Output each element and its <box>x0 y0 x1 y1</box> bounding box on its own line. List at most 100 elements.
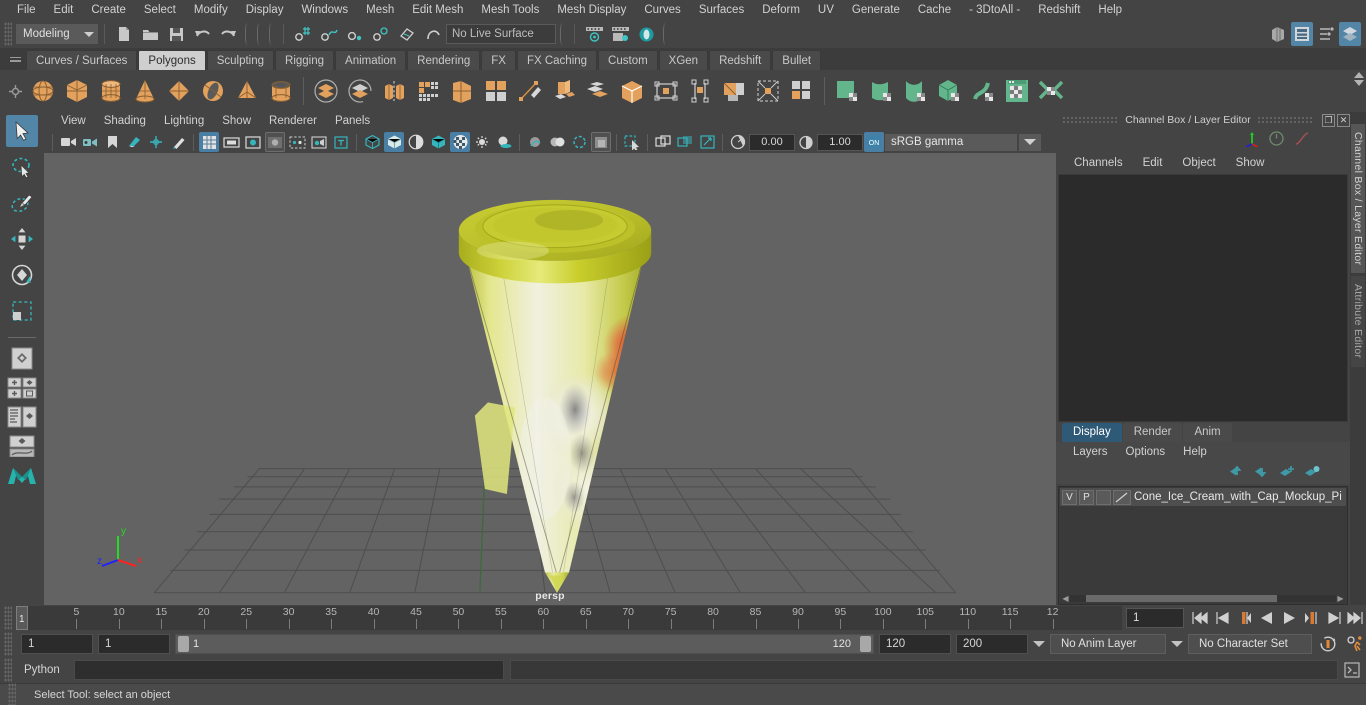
textured-shading-icon[interactable] <box>450 132 470 152</box>
layer-color-swatch[interactable] <box>1113 489 1131 505</box>
viewport-menu-panels[interactable]: Panels <box>326 112 379 131</box>
uv-planar-icon[interactable] <box>830 74 864 108</box>
smooth-icon[interactable] <box>411 74 445 108</box>
combine-icon[interactable] <box>377 74 411 108</box>
show-hide-modeling-toolkit-icon[interactable] <box>1267 22 1289 46</box>
gamma-value-field[interactable]: 1.00 <box>817 133 863 151</box>
exposure-toggle-icon[interactable] <box>287 132 307 152</box>
four-view-layout-icon[interactable] <box>5 375 39 401</box>
undo-icon[interactable] <box>190 22 214 46</box>
color-management-toggle-icon[interactable]: ON <box>864 132 884 152</box>
menu-redshift[interactable]: Redshift <box>1029 0 1089 20</box>
menu-edit[interactable]: Edit <box>45 0 83 20</box>
camera-attributes-icon[interactable] <box>80 132 100 152</box>
show-hide-tool-settings-icon[interactable] <box>1315 22 1337 46</box>
channel-box-list[interactable] <box>1058 174 1348 422</box>
tab-render-layers[interactable]: Render <box>1122 423 1183 442</box>
poly-sphere-icon[interactable] <box>26 74 60 108</box>
poly-plane-icon[interactable] <box>162 74 196 108</box>
time-slider[interactable]: 1 5 10 15 20 25 30 35 40 45 50 55 60 65 70 75 80 85 90 95 1… <box>16 606 1122 630</box>
animation-preferences-icon[interactable] <box>1344 633 1366 655</box>
shelf-menu-icon[interactable] <box>4 48 26 70</box>
layer-list-horizontal-scrollbar[interactable]: ◀ ▶ <box>1061 594 1345 603</box>
shelf-options-icon[interactable] <box>4 70 26 112</box>
two-d-pan-zoom-icon[interactable] <box>146 132 166 152</box>
new-layer-from-selection-icon[interactable] <box>1304 465 1320 481</box>
poly-cylinder-icon[interactable] <box>94 74 128 108</box>
command-output-field[interactable] <box>510 660 1338 680</box>
layer-menu-options[interactable]: Options <box>1117 446 1175 458</box>
viewport-menu-shading[interactable]: Shading <box>95 112 155 131</box>
command-line-grip[interactable] <box>4 658 12 682</box>
redo-icon[interactable] <box>216 22 240 46</box>
menu-surfaces[interactable]: Surfaces <box>690 0 753 20</box>
current-frame-field[interactable]: 1 <box>1126 608 1184 628</box>
shelf-tab-redshift[interactable]: Redshift <box>709 50 772 70</box>
time-slider-grip[interactable] <box>4 606 12 630</box>
shelf-tab-rigging[interactable]: Rigging <box>275 50 335 70</box>
range-slider-grip[interactable] <box>4 632 12 656</box>
toggle-grid-icon[interactable] <box>199 132 219 152</box>
tab-display-layers[interactable]: Display <box>1062 423 1122 442</box>
uv-spherical-icon[interactable] <box>898 74 932 108</box>
menu-file[interactable]: File <box>8 0 45 20</box>
image-plane-icon[interactable] <box>124 132 144 152</box>
snap-to-view-plane-icon[interactable] <box>395 22 419 46</box>
exposure-value-field[interactable]: 0.00 <box>749 133 795 151</box>
scrollbar-thumb[interactable] <box>1085 595 1278 602</box>
range-right-handle[interactable] <box>860 636 871 652</box>
script-editor-icon[interactable] <box>1342 660 1362 680</box>
shelf-scroll-up-icon[interactable] <box>1354 72 1364 78</box>
menu-modify[interactable]: Modify <box>185 0 237 20</box>
depth-of-field-icon[interactable] <box>591 132 611 152</box>
move-layer-down-icon[interactable] <box>1254 465 1270 481</box>
isolate-select-icon[interactable] <box>622 132 642 152</box>
status-line-grip[interactable] <box>4 22 12 46</box>
render-settings-icon[interactable] <box>634 22 658 46</box>
mirror-icon[interactable] <box>649 74 683 108</box>
x-ray-joints-icon[interactable] <box>653 132 673 152</box>
channel-menu-show[interactable]: Show <box>1226 157 1275 169</box>
undock-panel-icon[interactable]: ❐ <box>1322 113 1335 127</box>
boolean-difference-icon[interactable] <box>343 74 377 108</box>
step-forward-key-icon[interactable] <box>1300 607 1322 629</box>
render-sequence-icon[interactable] <box>608 22 632 46</box>
toggle-resolution-gate-icon[interactable] <box>243 132 263 152</box>
snap-to-curve-icon[interactable] <box>317 22 341 46</box>
shelf-tab-bullet[interactable]: Bullet <box>772 50 822 70</box>
toggle-gate-mask-icon[interactable] <box>265 132 285 152</box>
select-camera-icon[interactable] <box>58 132 78 152</box>
scale-tool-icon[interactable] <box>6 295 38 327</box>
new-scene-icon[interactable] <box>112 22 136 46</box>
poly-pipe-icon[interactable] <box>264 74 298 108</box>
shelf-tab-polygons[interactable]: Polygons <box>138 50 206 70</box>
range-slider[interactable]: 1 120 <box>175 634 874 654</box>
show-hide-attribute-editor-icon[interactable] <box>1291 22 1313 46</box>
select-tool-icon[interactable] <box>6 115 38 147</box>
paint-select-tool-icon[interactable] <box>6 187 38 219</box>
shelf-tab-custom[interactable]: Custom <box>598 50 658 70</box>
range-left-handle[interactable] <box>178 636 189 652</box>
go-to-end-icon[interactable] <box>1344 607 1366 629</box>
gamma-icon[interactable] <box>796 132 816 152</box>
menu-set-selector[interactable]: Modeling <box>16 24 98 44</box>
scroll-right-icon[interactable]: ▶ <box>1336 594 1345 603</box>
color-space-field[interactable]: sRGB gamma <box>885 133 1017 151</box>
maya-logo-icon[interactable] <box>5 462 39 488</box>
step-back-key-icon[interactable] <box>1234 607 1256 629</box>
use-all-lights-icon[interactable] <box>472 132 492 152</box>
menu-uv[interactable]: UV <box>809 0 843 20</box>
menu-windows[interactable]: Windows <box>292 0 357 20</box>
shelf-tab-sculpting[interactable]: Sculpting <box>206 50 275 70</box>
poly-torus-icon[interactable] <box>196 74 230 108</box>
menu-generate[interactable]: Generate <box>843 0 909 20</box>
layer-visibility-toggle[interactable]: V <box>1062 489 1077 505</box>
layer-menu-layers[interactable]: Layers <box>1064 446 1117 458</box>
append-polygon-icon[interactable] <box>751 74 785 108</box>
tab-anim-layers[interactable]: Anim <box>1183 423 1232 442</box>
menu-mesh-tools[interactable]: Mesh Tools <box>472 0 548 20</box>
boolean-union-icon[interactable] <box>309 74 343 108</box>
shelf-scroll-down-icon[interactable] <box>1354 80 1364 86</box>
extrude-icon[interactable] <box>445 74 479 108</box>
uv-unfold-icon[interactable] <box>1034 74 1068 108</box>
